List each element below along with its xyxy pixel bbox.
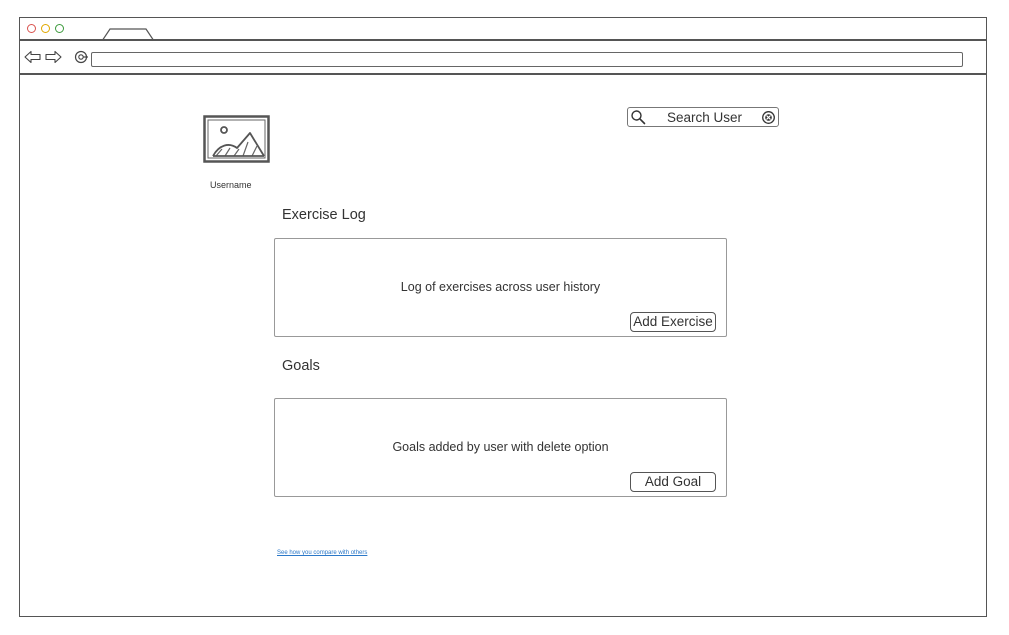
browser-tab[interactable] bbox=[102, 28, 154, 41]
exercise-log-panel: Log of exercises across user history Add… bbox=[274, 238, 727, 337]
browser-window: Username Search User Exercise Log Log of… bbox=[19, 17, 987, 617]
address-bar[interactable] bbox=[91, 52, 963, 67]
navigation-bar bbox=[20, 41, 986, 75]
main-content: Username Search User Exercise Log Log of… bbox=[20, 75, 986, 616]
compare-with-others-link[interactable]: See how you compare with others bbox=[277, 550, 367, 556]
back-arrow-icon[interactable] bbox=[24, 50, 42, 64]
search-user-field[interactable]: Search User bbox=[627, 107, 779, 127]
exercise-log-description: Log of exercises across user history bbox=[400, 280, 601, 294]
add-exercise-button[interactable]: Add Exercise bbox=[630, 312, 716, 332]
reload-icon[interactable] bbox=[73, 50, 89, 64]
goals-panel: Goals added by user with delete option A… bbox=[274, 398, 727, 497]
add-goal-button[interactable]: Add Goal bbox=[630, 472, 716, 492]
minimize-window-button[interactable] bbox=[41, 24, 50, 33]
image-placeholder-icon[interactable] bbox=[203, 115, 270, 163]
search-label: Search User bbox=[667, 110, 743, 125]
close-window-button[interactable] bbox=[27, 24, 36, 33]
clear-circle-x-icon[interactable] bbox=[761, 110, 776, 125]
goals-title: Goals bbox=[282, 358, 320, 374]
goals-description: Goals added by user with delete option bbox=[392, 440, 609, 454]
username-label: Username bbox=[210, 180, 252, 190]
forward-arrow-icon[interactable] bbox=[44, 50, 62, 64]
title-bar bbox=[20, 18, 986, 41]
maximize-window-button[interactable] bbox=[55, 24, 64, 33]
search-icon[interactable] bbox=[630, 109, 646, 125]
exercise-log-title: Exercise Log bbox=[282, 207, 366, 223]
